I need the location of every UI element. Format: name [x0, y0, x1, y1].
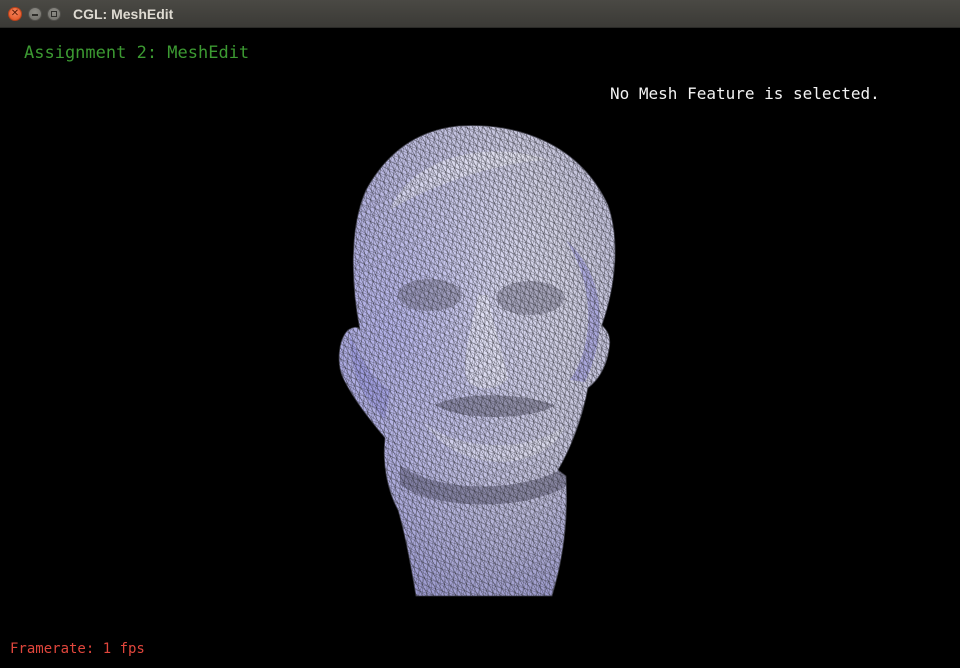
selection-status: No Mesh Feature is selected. [610, 84, 880, 103]
head-mesh[interactable] [330, 120, 630, 600]
render-viewport[interactable]: Assignment 2: MeshEdit No Mesh Feature i… [0, 28, 960, 668]
close-icon: ✕ [10, 8, 20, 19]
window-titlebar[interactable]: ✕ CGL: MeshEdit [0, 0, 960, 28]
meshedit-window: ✕ CGL: MeshEdit Assignment 2: MeshEdit N… [0, 0, 960, 668]
maximize-button[interactable] [47, 7, 61, 21]
minimize-button[interactable] [28, 7, 42, 21]
maximize-icon [51, 11, 57, 17]
minimize-icon [32, 14, 38, 16]
framerate-readout: Framerate: 1 fps [10, 641, 145, 657]
assignment-title: Assignment 2: MeshEdit [24, 43, 250, 63]
close-button[interactable]: ✕ [8, 7, 22, 21]
window-title: CGL: MeshEdit [73, 6, 174, 22]
